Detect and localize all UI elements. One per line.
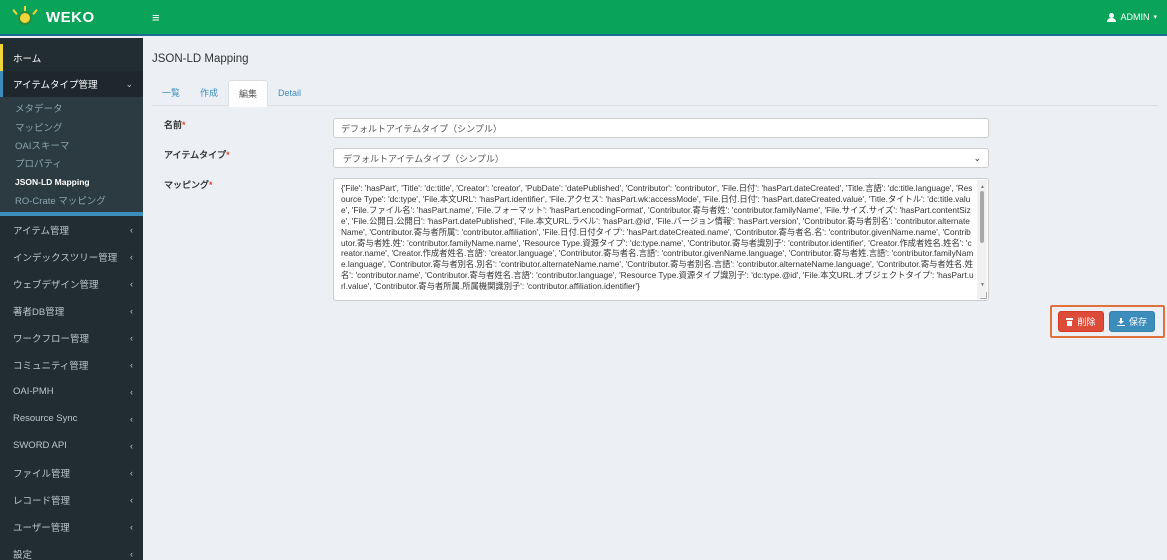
sidebar-item-section[interactable]: 著者DB管理 ‹ bbox=[0, 297, 143, 324]
caret-down-icon: ▾ bbox=[1153, 14, 1157, 21]
chevron-left-icon: ‹ bbox=[130, 386, 133, 397]
trash-icon bbox=[1066, 317, 1074, 326]
sidebar-item-section[interactable]: インデックスツリー管理 ‹ bbox=[0, 243, 143, 270]
save-button[interactable]: 保存 bbox=[1109, 311, 1155, 332]
chevron-down-icon: ⌄ bbox=[973, 152, 981, 163]
resize-handle[interactable] bbox=[980, 292, 987, 299]
sidebar: ホーム アイテムタイプ管理 ⌄ メタデータ マッピング OAIスキーマ プロパテ… bbox=[0, 38, 143, 560]
scroll-down-icon[interactable]: ▼ bbox=[980, 280, 985, 291]
logo-text: WEKO bbox=[46, 8, 95, 26]
chevron-left-icon: ‹ bbox=[130, 332, 133, 343]
submenu-item-oai-schema[interactable]: OAIスキーマ bbox=[0, 136, 143, 154]
chevron-left-icon: ‹ bbox=[130, 305, 133, 316]
sidebar-item-section[interactable]: OAI-PMH ‹ bbox=[0, 378, 143, 405]
sidebar-item-section[interactable]: アイテム管理 ‹ bbox=[0, 216, 143, 243]
sidebar-item-label: OAI-PMH bbox=[13, 386, 54, 398]
mapping-textarea[interactable]: {'File': 'hasPart', 'Title': 'dc:title',… bbox=[333, 178, 989, 301]
chevron-left-icon: ‹ bbox=[130, 548, 133, 559]
name-input-value: デフォルトアイテムタイプ（シンプル） bbox=[341, 123, 502, 134]
sidebar-item-section[interactable]: ウェブデザイン管理 ‹ bbox=[0, 270, 143, 297]
delete-button[interactable]: 削除 bbox=[1058, 311, 1104, 332]
sidebar-item-section[interactable]: ワークフロー管理 ‹ bbox=[0, 324, 143, 351]
chevron-left-icon: ‹ bbox=[130, 494, 133, 505]
chevron-left-icon: ‹ bbox=[130, 440, 133, 451]
chevron-left-icon: ‹ bbox=[130, 359, 133, 370]
scroll-thumb[interactable] bbox=[980, 191, 984, 243]
sidebar-item-home[interactable]: ホーム bbox=[0, 44, 143, 71]
weko-logo-icon bbox=[10, 6, 40, 28]
sidebar-item-label: Resource Sync bbox=[13, 413, 78, 425]
chevron-left-icon: ‹ bbox=[130, 224, 133, 235]
chevron-left-icon: ‹ bbox=[130, 251, 133, 262]
sidebar-item-label: ウェブデザイン管理 bbox=[13, 279, 99, 291]
tab-list[interactable]: 一覧 bbox=[152, 80, 190, 106]
tab-edit[interactable]: 編集 bbox=[228, 80, 269, 107]
sidebar-item-label: アイテム管理 bbox=[13, 225, 70, 237]
tab-detail[interactable]: Detail bbox=[268, 80, 311, 106]
download-icon bbox=[1116, 317, 1125, 326]
sidebar-item-label: ユーザー管理 bbox=[13, 522, 70, 534]
itemtype-select[interactable]: デフォルトアイテムタイプ（シンプル） ⌄ bbox=[333, 148, 989, 168]
chevron-down-icon: ⌄ bbox=[125, 78, 133, 89]
sidebar-item-label: インデックスツリー管理 bbox=[13, 252, 118, 264]
submenu-item-rocrate-mapping[interactable]: RO-Crate マッピング bbox=[0, 191, 143, 209]
mapping-label: マッピング* bbox=[164, 180, 213, 190]
textarea-scrollbar[interactable]: ▲ ▼ bbox=[977, 180, 987, 299]
page-title: JSON-LD Mapping bbox=[152, 53, 249, 65]
sidebar-item-label: ファイル管理 bbox=[13, 468, 71, 480]
sidebar-item-section[interactable]: ファイル管理 ‹ bbox=[0, 459, 143, 486]
user-icon bbox=[1107, 12, 1117, 22]
sidebar-item-label: SWORD API bbox=[13, 440, 67, 452]
sidebar-item-section[interactable]: コミュニティ管理 ‹ bbox=[0, 351, 143, 378]
chevron-left-icon: ‹ bbox=[130, 278, 133, 289]
sidebar-item-label: 著者DB管理 bbox=[13, 306, 65, 318]
itemtype-selected-value: デフォルトアイテムタイプ（シンプル） bbox=[343, 153, 504, 164]
mapping-textarea-value: {'File': 'hasPart', 'Title': 'dc:title',… bbox=[341, 183, 974, 292]
action-buttons: 削除 保存 bbox=[1050, 305, 1165, 338]
itemtype-label: アイテムタイプ* bbox=[164, 150, 230, 160]
submenu-item-metadata[interactable]: メタデータ bbox=[0, 99, 143, 117]
name-input[interactable]: デフォルトアイテムタイプ（シンプル） bbox=[333, 118, 989, 138]
delete-button-label: 削除 bbox=[1077, 317, 1096, 327]
sidebar-item-section[interactable]: SWORD API ‹ bbox=[0, 432, 143, 459]
user-menu[interactable]: ADMIN ▾ bbox=[1107, 12, 1157, 22]
save-button-label: 保存 bbox=[1128, 317, 1147, 327]
sidebar-item-label: レコード管理 bbox=[13, 495, 71, 507]
sidebar-item-section[interactable]: Resource Sync ‹ bbox=[0, 405, 143, 432]
sidebar-item-section[interactable]: レコード管理 ‹ bbox=[0, 486, 143, 513]
sidebar-toggle-icon[interactable]: ≡ bbox=[152, 10, 160, 25]
sidebar-item-label: コミュニティ管理 bbox=[13, 360, 89, 372]
sidebar-item-label: アイテムタイプ管理 bbox=[13, 80, 98, 91]
sidebar-item-section[interactable]: ユーザー管理 ‹ bbox=[0, 513, 143, 540]
sidebar-item-itemtype-management[interactable]: アイテムタイプ管理 ⌄ bbox=[0, 71, 143, 97]
submenu-item-property[interactable]: プロパティ bbox=[0, 154, 143, 172]
user-name: ADMIN bbox=[1120, 12, 1150, 22]
submenu-item-jsonld-mapping[interactable]: JSON-LD Mapping bbox=[0, 173, 143, 191]
name-label: 名前* bbox=[164, 120, 186, 130]
chevron-left-icon: ‹ bbox=[130, 467, 133, 478]
top-navbar: ≡ ADMIN ▾ bbox=[143, 0, 1167, 36]
sidebar-item-label: 設定 bbox=[13, 549, 33, 560]
logo-bar[interactable]: WEKO bbox=[0, 0, 143, 36]
sidebar-item-label: ワークフロー管理 bbox=[13, 333, 90, 345]
itemtype-submenu: メタデータ マッピング OAIスキーマ プロパティ JSON-LD Mappin… bbox=[0, 97, 143, 213]
tab-bar: 一覧 作成 編集 Detail bbox=[152, 80, 1158, 107]
submenu-item-mapping[interactable]: マッピング bbox=[0, 117, 143, 135]
tab-create[interactable]: 作成 bbox=[190, 80, 228, 106]
chevron-left-icon: ‹ bbox=[130, 521, 133, 532]
main-content: JSON-LD Mapping 一覧 作成 編集 Detail 名前* デフォル… bbox=[143, 38, 1167, 560]
sidebar-item-section[interactable]: 設定 ‹ bbox=[0, 540, 143, 560]
chevron-left-icon: ‹ bbox=[130, 413, 133, 424]
